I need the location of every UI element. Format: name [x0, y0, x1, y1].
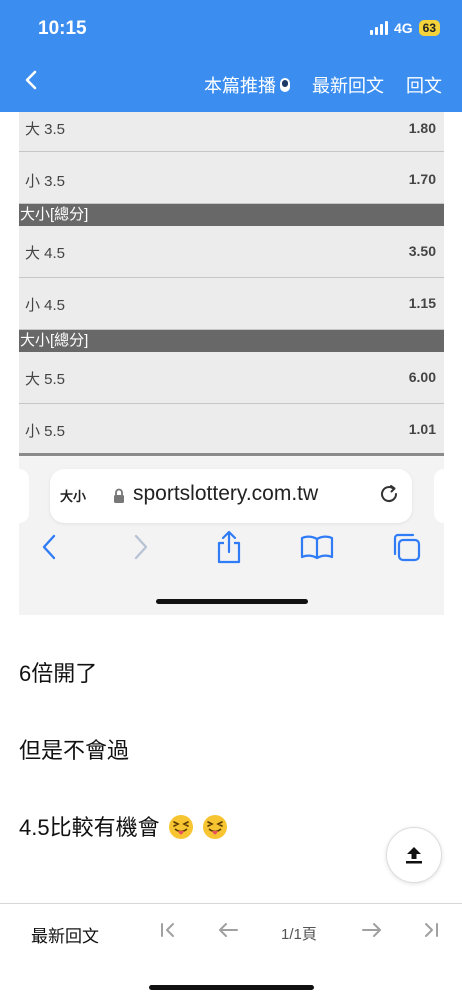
odds-row: 大 5.5 6.00 [19, 352, 444, 404]
group-header: 大小[總分] [19, 204, 444, 226]
arrow-left-icon [219, 923, 238, 937]
status-indicators: 4G 63 [369, 20, 440, 36]
reload-icon [381, 485, 398, 503]
post-text: 4.5比較有機會 [19, 815, 160, 840]
odds-row: 小 4.5 1.15 [19, 278, 444, 330]
last-page-button[interactable] [421, 920, 441, 946]
home-indicator [156, 599, 308, 604]
group-header: 大小[總分] [19, 330, 444, 352]
browser-forward-icon [123, 529, 159, 565]
battery-icon: 63 [418, 20, 440, 36]
signal-icon [369, 21, 388, 35]
odds-label: 小 3.5 [25, 173, 66, 190]
address-bar: 大小 sportslottery.com.tw [50, 469, 412, 523]
share-icon [211, 529, 247, 565]
first-page-icon [161, 923, 174, 937]
latest-replies-button[interactable]: 最新回文 [312, 72, 384, 98]
bottom-pagination-bar: 最新回文 1/1頁 [0, 903, 462, 1000]
back-button[interactable] [24, 70, 38, 95]
post-line: 6倍開了 [19, 661, 98, 686]
odds-label: 大 3.5 [25, 121, 66, 138]
arrow-right-icon [362, 923, 381, 937]
tongue-out-emoji-icon [202, 815, 227, 839]
lock-icon [114, 488, 124, 503]
prev-page-button[interactable] [217, 920, 239, 946]
recommend-button[interactable]: 本篇推播 [204, 72, 290, 98]
odds-row: 大 3.5 1.80 [19, 112, 444, 152]
app-header: 10:15 4G 63 本篇推播 最新回文 回文 [0, 0, 462, 112]
odds-value: 1.15 [408, 295, 436, 311]
post-line-with-emoji: 4.5比較有機會 [19, 810, 228, 842]
home-indicator [149, 985, 314, 990]
latest-reply-link[interactable]: 最新回文 [31, 922, 99, 947]
odds-value: 3.50 [408, 243, 436, 259]
odds-row: 小 5.5 1.01 [19, 404, 444, 456]
embedded-screenshot: 大 3.5 1.80 小 3.5 1.70 大小[總分] 大 4.5 3.50 … [19, 112, 444, 615]
push-pin-icon [280, 78, 290, 92]
odds-label: 小 5.5 [25, 423, 66, 440]
reply-button[interactable]: 回文 [406, 72, 442, 98]
tongue-out-emoji-icon [168, 815, 193, 839]
chevron-left-icon [25, 70, 37, 90]
nav-actions: 本篇推播 最新回文 回文 [204, 72, 442, 98]
odds-value: 1.80 [408, 120, 436, 136]
url-text: sportslottery.com.tw [133, 482, 319, 505]
browser-toolbar: 大小 sportslottery.com.tw [19, 457, 444, 615]
browser-back-icon [31, 529, 67, 565]
prev-tab-pill [19, 469, 29, 523]
odds-row: 小 3.5 1.70 [19, 152, 444, 204]
recommend-label: 本篇推播 [204, 76, 276, 96]
bookmarks-icon [299, 529, 335, 565]
status-time: 10:15 [38, 18, 87, 39]
page-indicator: 1/1頁 [281, 926, 317, 943]
odds-label: 大 4.5 [25, 245, 66, 262]
next-page-button[interactable] [361, 920, 383, 946]
post-line: 但是不會過 [19, 738, 130, 763]
first-page-button[interactable] [158, 920, 178, 946]
odds-label: 小 4.5 [25, 297, 66, 314]
next-tab-pill [434, 469, 444, 523]
odds-label: 大 5.5 [25, 371, 66, 388]
network-label: 4G [393, 20, 413, 36]
odds-value: 1.70 [408, 171, 436, 187]
text-size-label: 大小 [60, 489, 87, 504]
arrow-up-icon [406, 847, 422, 864]
odds-value: 6.00 [408, 369, 436, 385]
odds-value: 1.01 [408, 421, 436, 437]
odds-row: 大 4.5 3.50 [19, 226, 444, 278]
tabs-icon [388, 529, 424, 565]
scroll-to-top-button[interactable] [386, 827, 442, 883]
last-page-icon [425, 923, 438, 937]
